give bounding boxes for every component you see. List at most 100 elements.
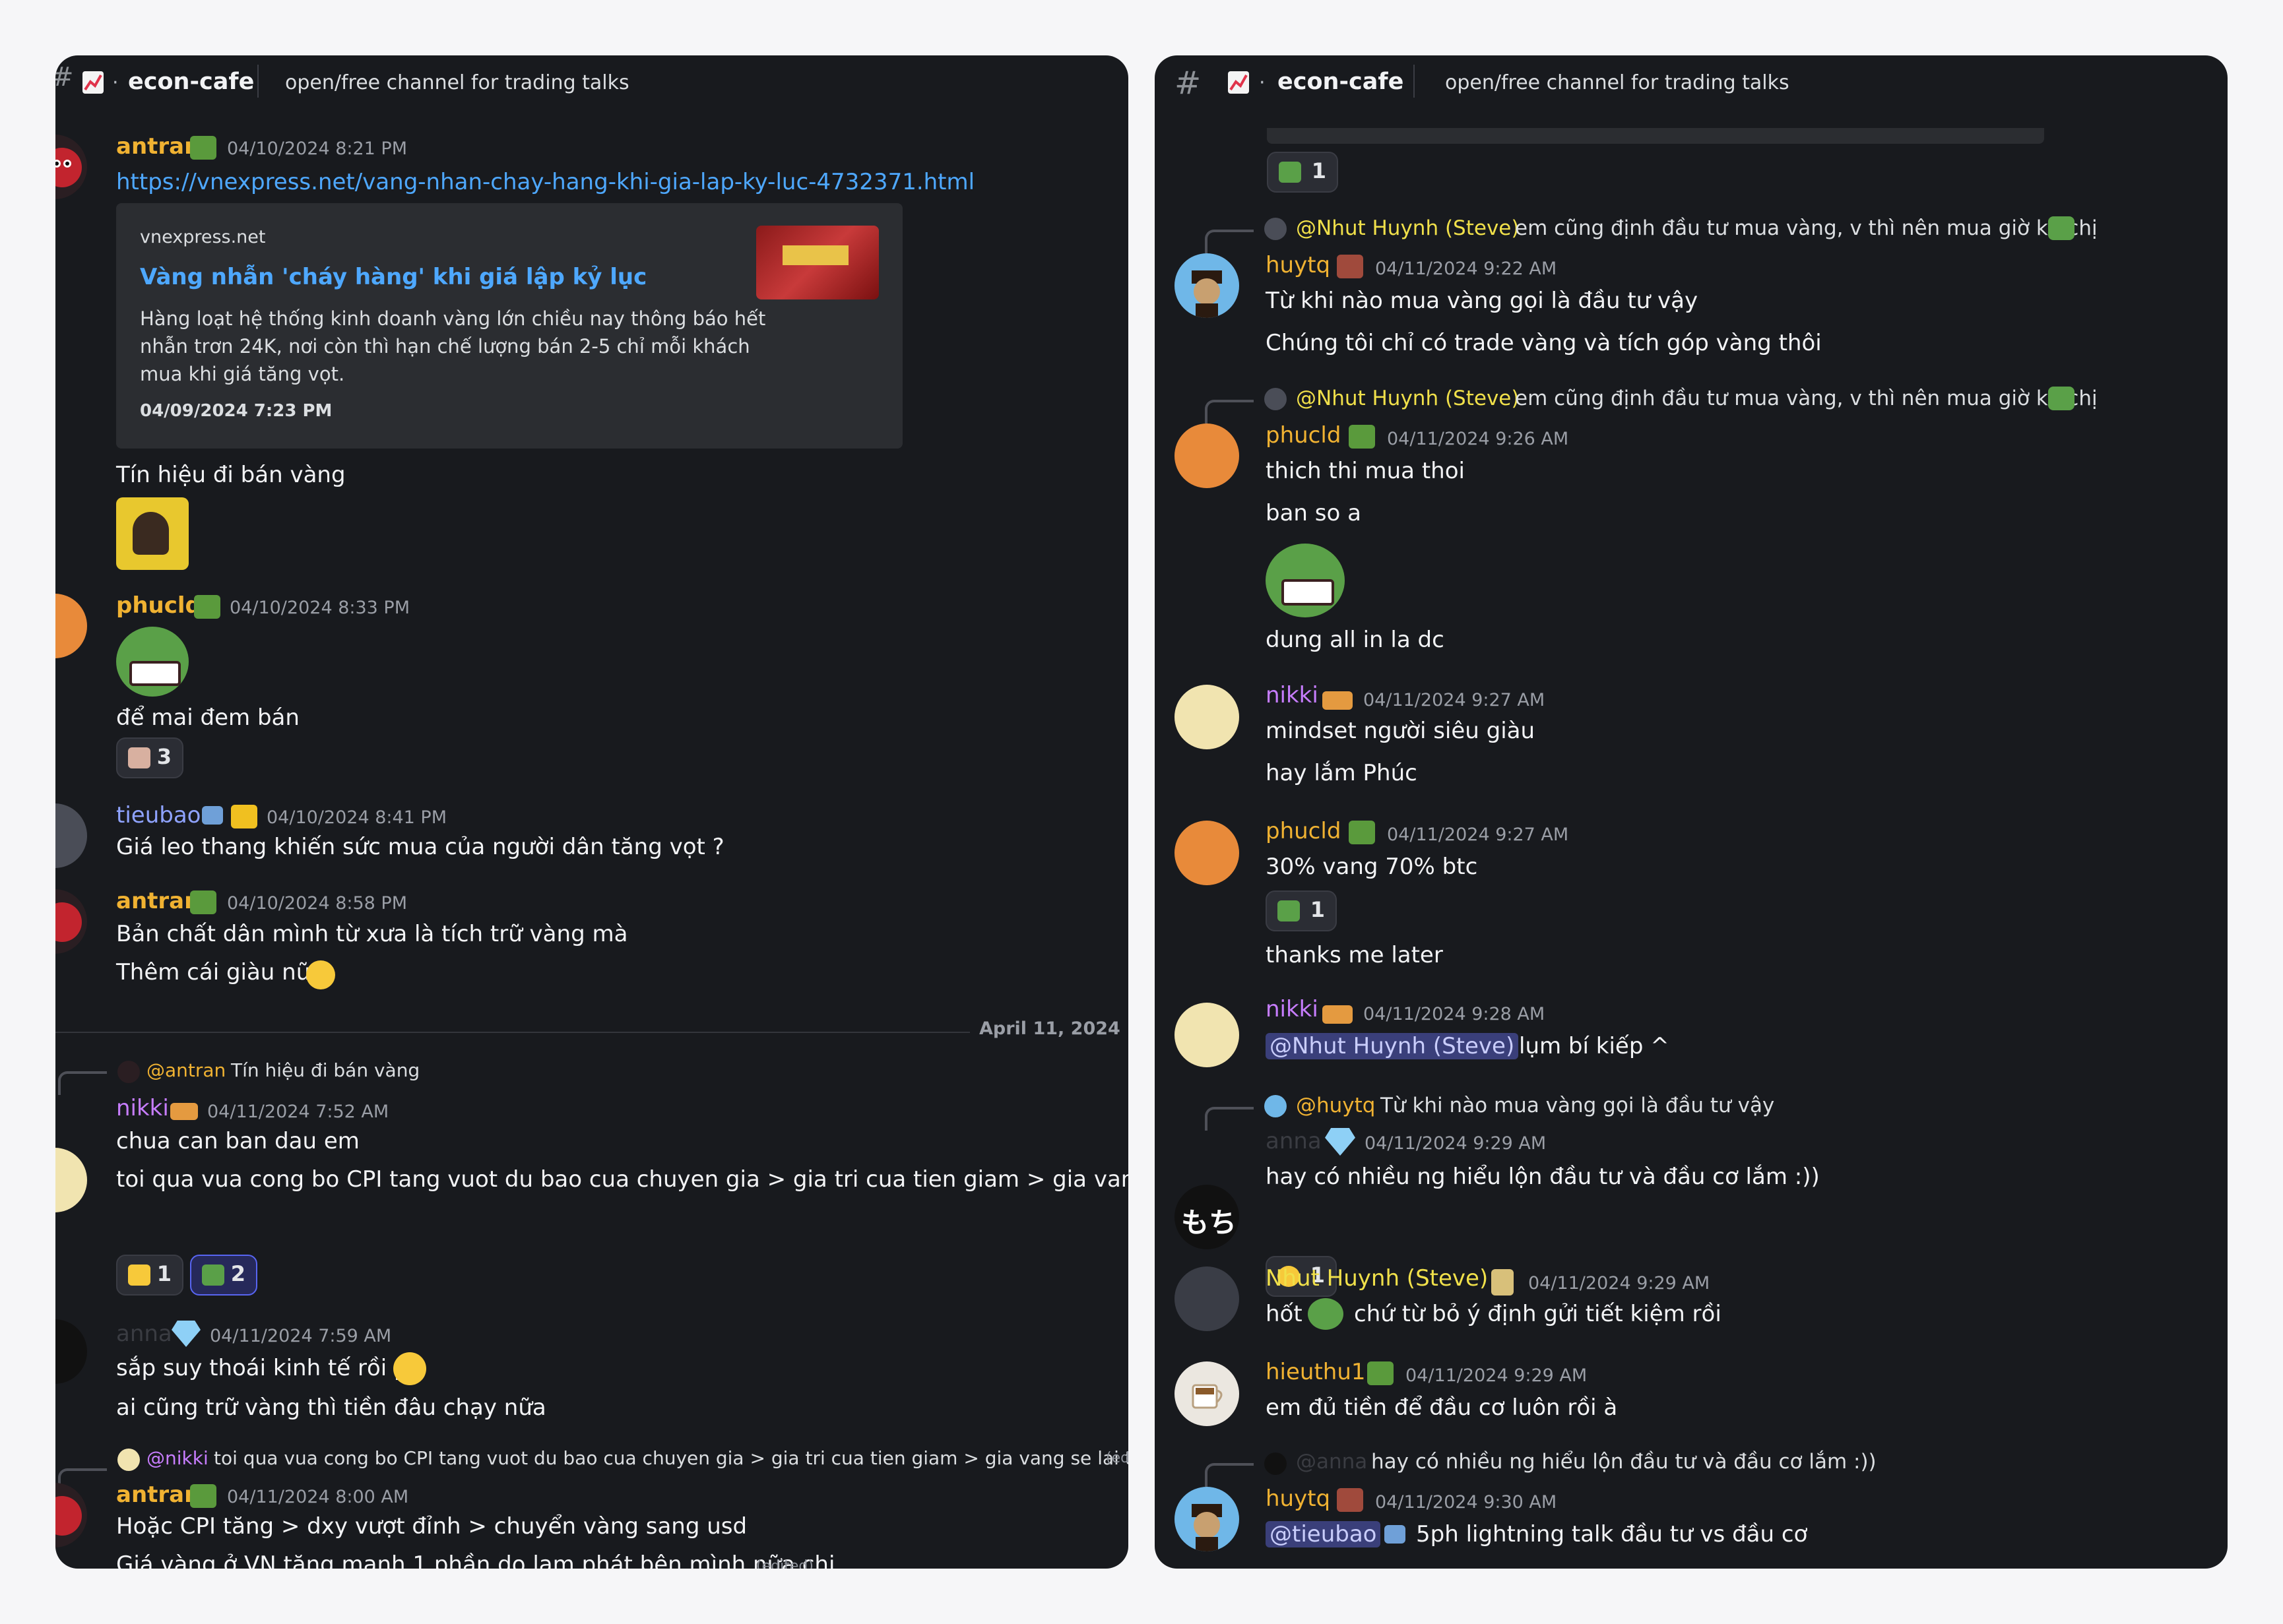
username[interactable]: nikki [116,1095,169,1121]
pepe-emoji[interactable] [1266,544,1345,617]
username[interactable]: antran [116,1482,200,1508]
username[interactable]: phucld [116,592,201,619]
username[interactable]: tieubao [116,802,201,828]
pepe-emoji [1279,162,1301,183]
message-text: sắp suy thoái kinh tế rồi pk [116,1355,422,1381]
reply-username[interactable]: @antran [146,1059,226,1081]
pepe-emoji [2048,387,2074,410]
avatar[interactable] [1174,253,1239,318]
avatar[interactable] [55,803,87,868]
avatar[interactable] [1174,1487,1239,1551]
channel-name[interactable]: econ-cafe [1277,69,1403,95]
chart-icon [82,71,104,94]
pepe-badge-icon [194,595,220,619]
chart-icon [1228,71,1249,94]
avatar[interactable] [55,1148,87,1212]
username[interactable]: phucld [1266,818,1341,844]
user-mention[interactable]: @tieubao [1266,1521,1381,1547]
sticker-image[interactable] [116,497,189,570]
message-link[interactable]: https://vnexpress.net/vang-nhan-chay-han… [116,169,975,195]
username[interactable]: anna [116,1321,172,1347]
reply-preview[interactable]: em cũng định đầu tư mua vàng, v thì nên … [1515,216,2098,240]
avatar[interactable] [1174,1361,1239,1426]
avatar[interactable] [55,1319,87,1384]
date-divider [55,1032,1128,1033]
avatar[interactable] [55,594,87,658]
reply-preview[interactable]: Tín hiệu đi bán vàng [231,1059,420,1081]
avatar[interactable] [55,135,87,199]
message-text: Giá leo thang khiến sức mua của người dâ… [116,834,724,860]
pepe-badge-icon [1337,255,1363,278]
reply-username[interactable]: @nikki [146,1447,209,1469]
message-text: Giá vàng ở VN tăng mạnh 1 phần do lạm ph… [116,1551,835,1569]
timestamp: 04/11/2024 9:30 AM [1375,1492,1557,1513]
reply-preview[interactable]: em cũng định đầu tư mua vàng, v thì nên … [1515,387,2098,410]
username[interactable]: antran [116,888,200,914]
timestamp: 04/11/2024 9:26 AM [1387,429,1569,449]
right-chat-panel: # · econ-cafe open/free channel for trad… [1155,55,2228,1569]
reply-avatar [1264,1095,1287,1117]
reaction-button[interactable]: 2 [190,1255,257,1296]
message-text: Thêm cái giàu nữa [116,959,325,985]
reaction-button[interactable]: 1 [1266,890,1337,931]
avatar[interactable] [55,1483,87,1547]
pepe-badge-icon [1367,1361,1394,1385]
username[interactable]: antran [116,133,200,160]
avatar[interactable] [1174,1266,1239,1331]
reaction-button[interactable]: 1 [1267,152,1338,193]
embed-thumbnail[interactable] [756,226,879,299]
username[interactable]: nikki [1266,996,1318,1022]
hashtag-icon: # [55,62,74,92]
username[interactable]: anna [1266,1128,1322,1154]
diamond-badge [1325,1128,1355,1156]
embed-bottom-edge [1267,128,2044,144]
pepe-badge-icon [190,136,216,160]
avatar[interactable] [55,889,87,954]
embed-site[interactable]: vnexpress.net [140,227,266,247]
message-text: thanks me later [1266,942,1443,968]
channel-header: # · econ-cafe open/free channel for trad… [1174,65,1789,102]
pepe-badge-icon [190,1484,216,1508]
reaction-emoji-icon [128,747,150,768]
message-text: chua can ban dau em [116,1128,360,1154]
pepe-emoji[interactable] [116,627,189,697]
avatar[interactable] [1174,1003,1239,1067]
message-text: thich thi mua thoi [1266,458,1465,484]
avatar[interactable] [1174,423,1239,488]
pepe-emoji [202,1265,224,1286]
timestamp: 04/10/2024 8:21 PM [227,139,407,159]
pepe-emoji [2048,216,2074,240]
message-text: hay lắm Phúc [1266,760,1417,786]
timestamp: 04/11/2024 9:27 AM [1387,825,1569,845]
user-mention[interactable]: @Nhut Huynh (Steve) [1266,1033,1519,1059]
reply-username[interactable]: @Nhut Huynh (Steve) [1296,216,1519,240]
username[interactable]: phucld [1266,422,1341,449]
avatar[interactable] [1174,821,1239,885]
reply-preview[interactable]: hay có nhiều ng hiểu lộn đầu tư và đầu c… [1371,1450,1877,1474]
embed-title[interactable]: Vàng nhẫn 'cháy hàng' khi giá lập kỷ lục [140,264,647,290]
reaction-button[interactable]: 1 [116,1255,183,1296]
message-text: ban so a [1266,500,1361,526]
timestamp: 04/11/2024 9:29 AM [1365,1133,1547,1154]
reply-avatar [1264,218,1287,240]
link-embed: vnexpress.net Vàng nhẫn 'cháy hàng' khi … [116,203,903,449]
diamond-badge [172,1321,201,1347]
reply-preview[interactable]: Từ khi nào mua vàng gọi là đầu tư vậy [1380,1094,1774,1117]
username[interactable]: nikki [1266,682,1318,708]
crown-badge-icon [231,805,257,828]
avatar[interactable]: もち [1174,1185,1239,1249]
reaction-button[interactable]: 3 [116,737,183,778]
username[interactable]: huytq [1266,1485,1330,1512]
username[interactable]: hieuthu1 [1266,1359,1366,1385]
reply-username[interactable]: @huytq [1296,1094,1375,1117]
reply-preview[interactable]: toi qua vua cong bo CPI tang vuot du bao… [214,1447,1128,1469]
cake-badge-icon [170,1103,198,1120]
username[interactable]: Nhut Huynh (Steve) [1266,1265,1488,1292]
channel-name[interactable]: econ-cafe [128,69,254,95]
username[interactable]: huytq [1266,252,1330,278]
message-text: Từ khi nào mua vàng gọi là đầu tư vậy [1266,288,1698,314]
reply-username[interactable]: @Nhut Huynh (Steve) [1296,387,1519,410]
message-text: chứ từ bỏ ý định gửi tiết kiệm rồi [1354,1301,1721,1327]
reply-username[interactable]: @anna [1296,1450,1367,1474]
avatar[interactable] [1174,685,1239,749]
